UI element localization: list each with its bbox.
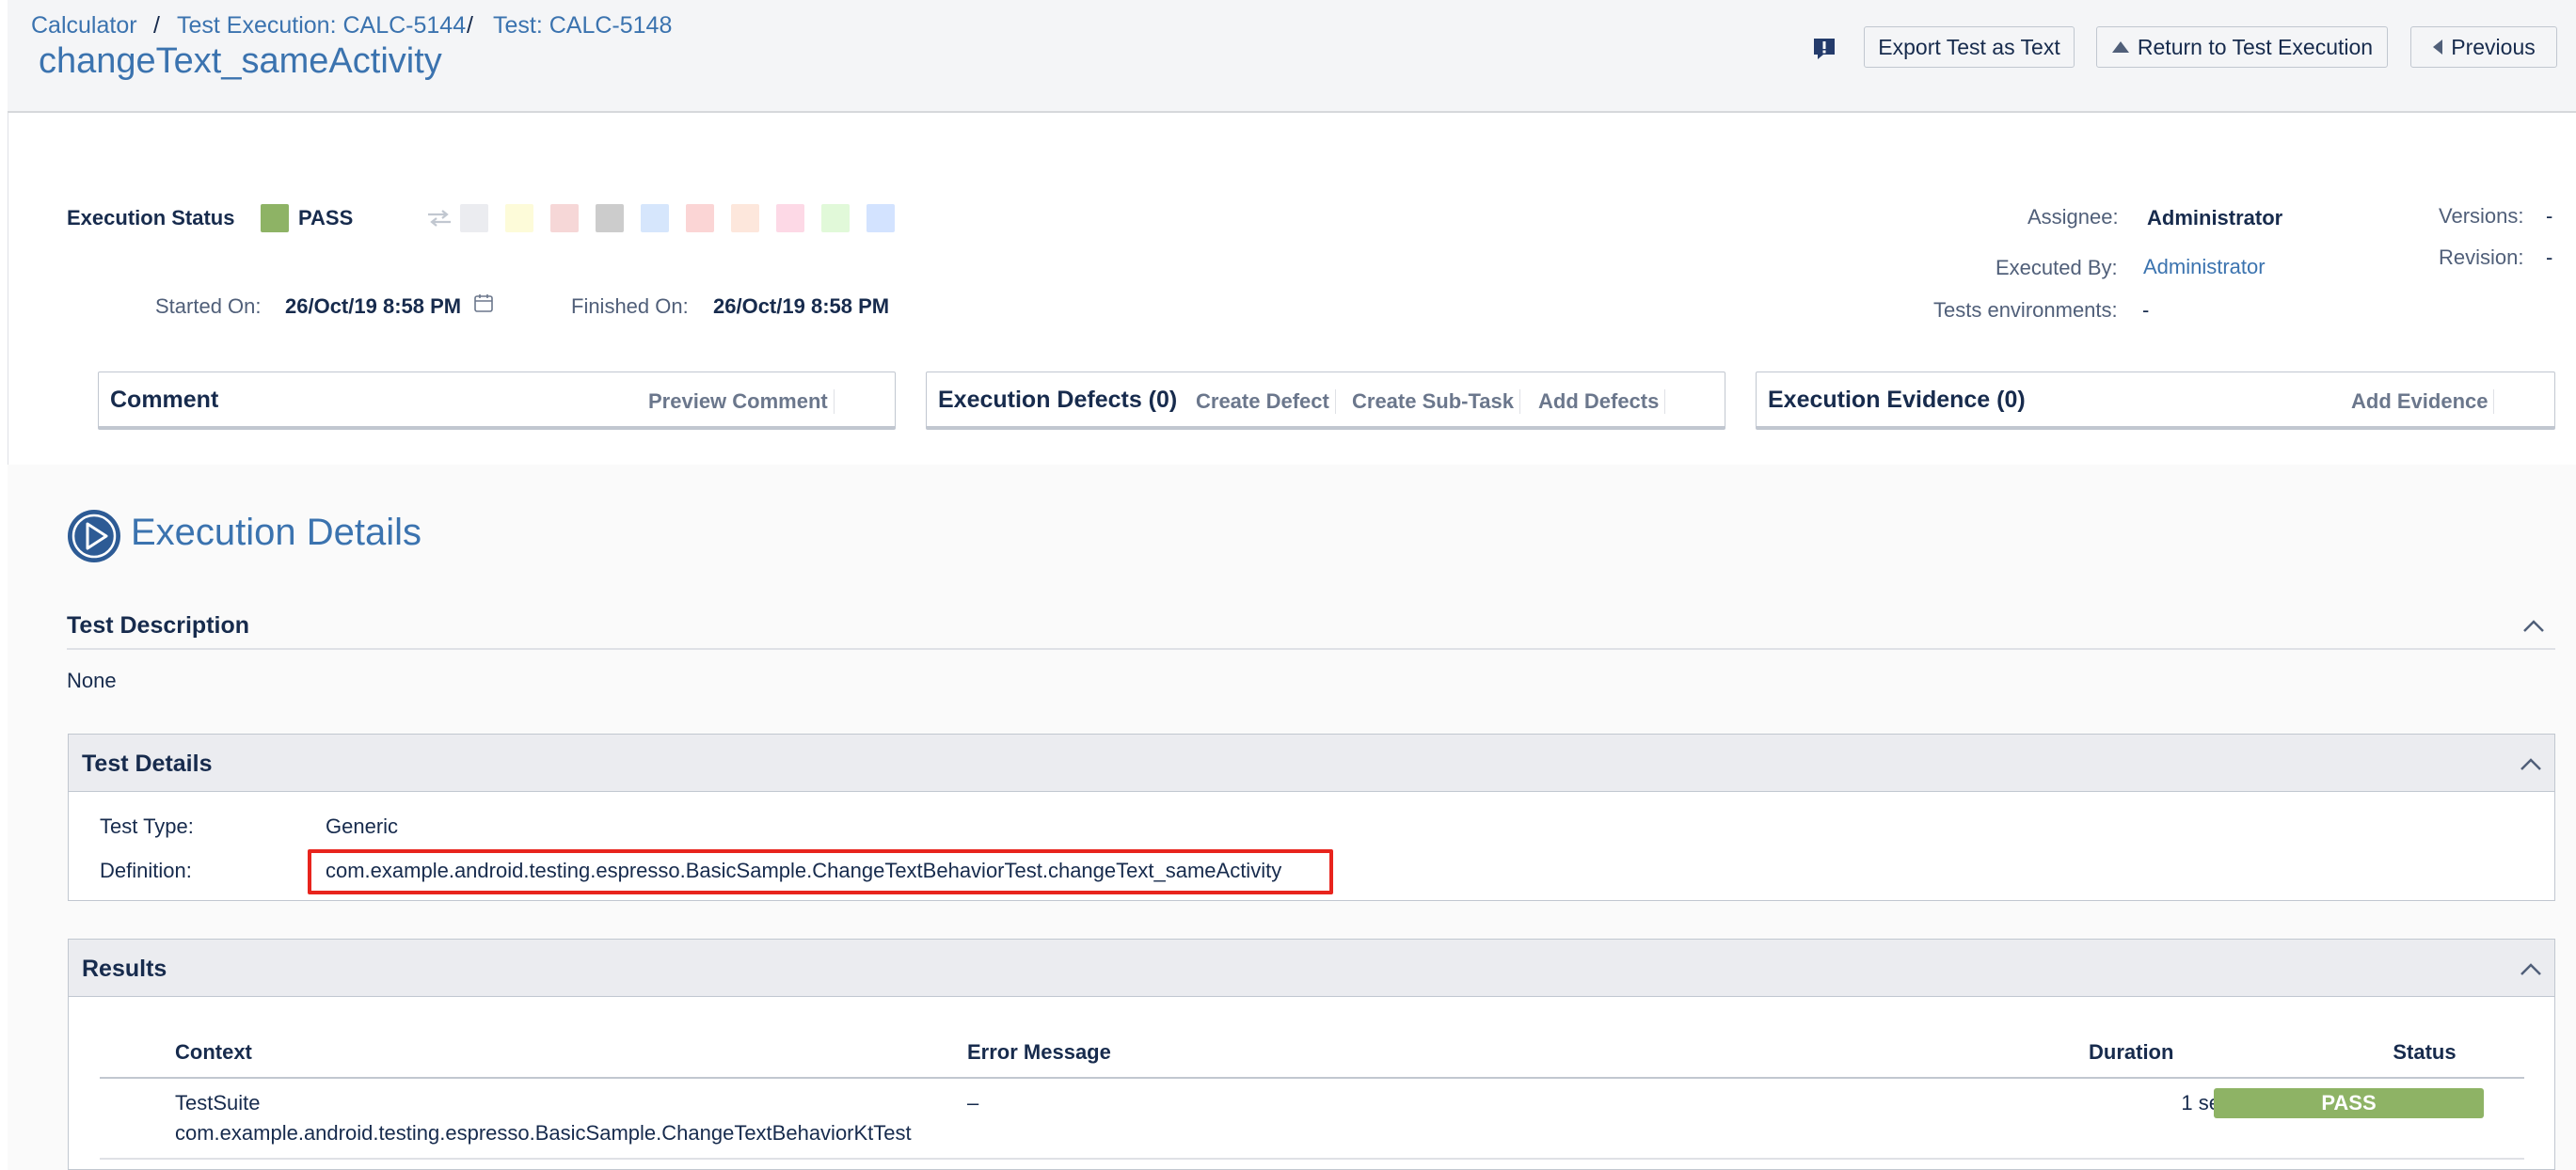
versions-label: Versions: <box>2439 204 2524 228</box>
started-on-value: 26/Oct/19 8:58 PM <box>285 294 462 318</box>
return-to-test-execution-button[interactable]: Return to Test Execution <box>2096 26 2388 68</box>
status-swatch[interactable] <box>821 204 850 232</box>
execution-evidence-title: Execution Evidence (0) <box>1768 387 2026 413</box>
export-test-label: Export Test as Text <box>1878 34 2060 59</box>
create-defect-button[interactable]: Create Defect <box>1196 389 1336 414</box>
status-swatch[interactable] <box>460 204 488 232</box>
result-context-line1: TestSuite <box>175 1091 261 1115</box>
status-swatch[interactable] <box>550 204 579 232</box>
breadcrumb-test[interactable]: Test: CALC-5148 <box>493 12 672 40</box>
triangle-left-icon <box>2433 40 2443 55</box>
divider <box>67 648 2555 650</box>
test-details-body: Test Type: Generic Definition: com.examp… <box>68 792 2555 901</box>
status-swatch[interactable] <box>641 204 669 232</box>
col-error-message[interactable]: Error Message <box>967 1040 1111 1065</box>
breadcrumb-separator: / <box>467 12 473 39</box>
comment-panel: Comment Preview Comment <box>98 372 896 430</box>
results-header[interactable]: Results <box>68 939 2555 997</box>
started-on-label: Started On: <box>155 294 262 318</box>
breadcrumb-separator: / <box>153 12 160 39</box>
tests-environments-value: - <box>2142 298 2150 322</box>
status-swatch[interactable] <box>686 204 714 232</box>
executed-by-label: Executed By: <box>1996 256 2118 279</box>
breadcrumb-test-execution[interactable]: Test Execution: CALC-5144 <box>177 12 466 40</box>
test-details-title: Test Details <box>82 751 213 777</box>
col-status[interactable]: Status <box>2325 1040 2524 1065</box>
finished-on-label: Finished On: <box>571 294 689 318</box>
chevron-up-icon[interactable] <box>2519 957 2543 981</box>
chevron-up-icon[interactable] <box>2521 616 2546 635</box>
add-evidence-button[interactable]: Add Evidence <box>2351 389 2495 414</box>
chevron-up-icon[interactable] <box>2519 751 2543 776</box>
execution-status-value: PASS <box>298 206 354 229</box>
previous-button[interactable]: Previous <box>2410 26 2557 68</box>
preview-comment-button[interactable]: Preview Comment <box>648 389 835 414</box>
result-duration: 1 sec <box>2181 1091 2231 1115</box>
results-title: Results <box>82 956 167 982</box>
assignee-label: Assignee: <box>2027 205 2119 229</box>
test-type-label: Test Type: <box>100 814 194 838</box>
status-swatch[interactable] <box>596 204 624 232</box>
previous-label: Previous <box>2451 34 2536 59</box>
status-swatch[interactable] <box>731 204 759 232</box>
result-error-message: – <box>967 1091 979 1115</box>
definition-value: com.example.android.testing.espresso.Bas… <box>326 859 1282 882</box>
feedback-icon[interactable] <box>1812 37 1837 61</box>
comment-title: Comment <box>110 387 219 413</box>
test-description-value: None <box>67 669 117 692</box>
calendar-icon[interactable] <box>473 292 494 313</box>
table-row-divider <box>100 1158 2524 1160</box>
triangle-up-icon <box>2111 41 2129 53</box>
result-context-line2: com.example.android.testing.espresso.Bas… <box>175 1121 912 1145</box>
test-details-header[interactable]: Test Details <box>68 734 2555 792</box>
create-subtask-button[interactable]: Create Sub-Task <box>1352 389 1520 414</box>
export-test-button[interactable]: Export Test as Text <box>1864 26 2075 68</box>
status-badge: PASS <box>2214 1088 2484 1118</box>
executed-by-link[interactable]: Administrator <box>2143 255 2266 279</box>
results-body: Context Error Message Duration Status Te… <box>68 997 2555 1170</box>
execution-details-heading: Execution Details <box>131 512 422 553</box>
add-defects-button[interactable]: Add Defects <box>1538 389 1666 414</box>
execution-status-label: Execution Status <box>67 206 235 229</box>
page-header: Calculator / Test Execution: CALC-5144 /… <box>8 0 2576 113</box>
breadcrumb-project[interactable]: Calculator <box>31 12 137 40</box>
execution-evidence-panel: Execution Evidence (0) Add Evidence <box>1756 372 2555 430</box>
revision-label: Revision: <box>2439 245 2524 269</box>
assignee-value: Administrator <box>2147 206 2283 229</box>
revision-value: - <box>2546 245 2553 269</box>
definition-label: Definition: <box>100 859 192 882</box>
tests-environments-label: Tests environments: <box>1933 298 2118 322</box>
execution-defects-panel: Execution Defects (0) Create Defect Crea… <box>926 372 1725 430</box>
test-description-title: Test Description <box>67 612 250 639</box>
status-color-box <box>261 204 289 232</box>
col-context[interactable]: Context <box>175 1040 252 1065</box>
page-title: changeText_sameActivity <box>39 41 442 81</box>
status-swatch[interactable] <box>776 204 804 232</box>
finished-on-value: 26/Oct/19 8:58 PM <box>713 294 890 318</box>
versions-value: - <box>2546 204 2553 228</box>
status-swatch[interactable] <box>867 204 895 232</box>
execution-play-icon <box>68 510 120 562</box>
status-swatch[interactable] <box>505 204 533 232</box>
col-duration[interactable]: Duration <box>2089 1040 2173 1065</box>
execution-defects-title: Execution Defects (0) <box>938 387 1178 413</box>
return-label: Return to Test Execution <box>2137 34 2374 59</box>
swap-arrows-icon[interactable] <box>426 209 453 228</box>
test-type-value: Generic <box>326 814 399 838</box>
table-header-divider <box>100 1077 2524 1079</box>
